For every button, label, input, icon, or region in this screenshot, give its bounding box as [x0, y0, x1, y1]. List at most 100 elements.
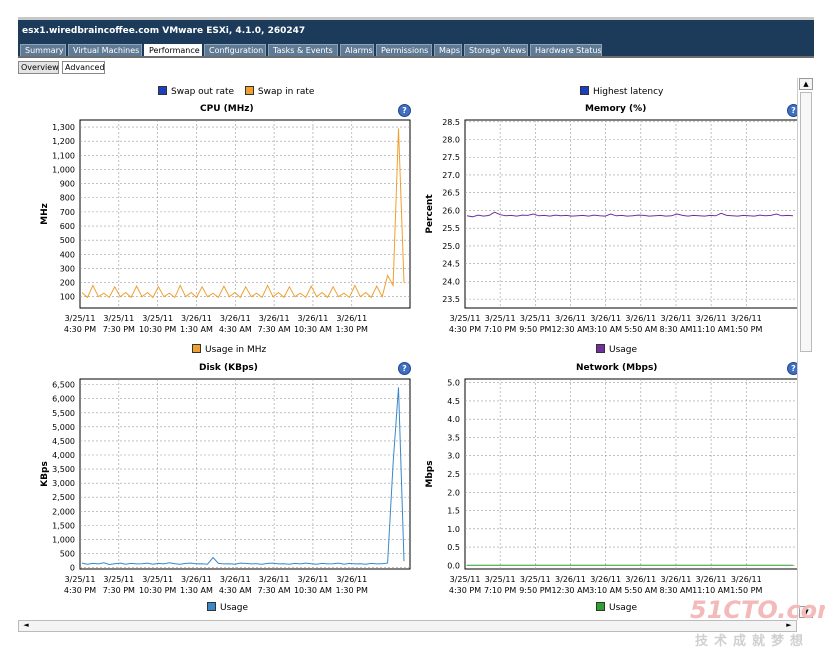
network-y-tick-label: 3.0 [447, 452, 460, 461]
cpu-x-tick-label: 10:30 AM [294, 325, 332, 334]
cpu-y-tick-label: 300 [60, 264, 75, 273]
disk-x-tick-label: 7:30 PM [103, 586, 135, 595]
network-x-tick-label: 8:30 AM [660, 586, 693, 595]
memory-x-tick-label: 11:10 AM [692, 325, 730, 334]
memory-x-tick-label: 9:50 PM [519, 325, 551, 334]
network-x-tick-label: 3/26/11 [661, 575, 692, 584]
memory-x-tick-label: 7:10 PM [484, 325, 516, 334]
cpu-y-tick-label: 200 [60, 279, 75, 288]
network-y-tick-label: 5.0 [447, 379, 460, 388]
network-x-tick-label: 3/26/11 [555, 575, 586, 584]
memory-y-tick-label: 23.5 [442, 295, 460, 304]
network-x-tick-label: 12:30 AM [551, 586, 589, 595]
disk-y-tick-label: 3,500 [52, 465, 75, 474]
disk-x-tick-label: 10:30 AM [294, 586, 332, 595]
memory-y-tick-label: 27.5 [442, 153, 460, 162]
watermark-tagline: 技术成就梦想 [695, 634, 810, 649]
memory-x-tick-label: 3/26/11 [590, 314, 621, 323]
cpu-y-tick-label: 400 [60, 250, 75, 259]
network-y-tick-label: 2.0 [447, 488, 460, 497]
disk-y-tick-label: 4,000 [52, 451, 75, 460]
memory-x-tick-label: 3/26/11 [731, 314, 762, 323]
network-x-tick-label: 3/25/11 [450, 575, 481, 584]
cpu-x-tick-label: 3/26/11 [220, 314, 251, 323]
network-x-tick-label: 9:50 PM [519, 586, 551, 595]
cpu-x-tick-label: 4:30 PM [64, 325, 96, 334]
cpu-y-tick-label: 700 [60, 208, 75, 217]
disk-y-tick-label: 2,000 [52, 507, 75, 516]
network-y-tick-label: 0.0 [447, 561, 460, 570]
disk-x-tick-label: 3/25/11 [103, 575, 134, 584]
network-x-tick-label: 3/26/11 [625, 575, 656, 584]
cpu-y-tick-label: 800 [60, 194, 75, 203]
network-x-tick-label: 3/26/11 [696, 575, 727, 584]
memory-y-tick-label: 26.5 [442, 189, 460, 198]
disk-y-tick-label: 5,000 [52, 423, 75, 432]
memory-plot-area [464, 119, 800, 309]
cpu-y-tick-label: 600 [60, 222, 75, 231]
disk-x-tick-label: 3/26/11 [259, 575, 290, 584]
memory-y-tick-label: 28.5 [442, 118, 460, 127]
disk-x-tick-label: 1:30 PM [336, 586, 368, 595]
disk-plot-area [79, 378, 411, 570]
scroll-left-icon[interactable]: ◄ [19, 620, 33, 632]
cpu-x-tick-label: 1:30 AM [180, 325, 213, 334]
disk-x-tick-label: 3/25/11 [142, 575, 173, 584]
cpu-y-tick-label: 1,300 [52, 123, 75, 132]
disk-y-tick-label: 1,000 [52, 535, 75, 544]
disk-y-axis-label: KBps [40, 461, 50, 487]
disk-x-tick-label: 4:30 AM [219, 586, 252, 595]
disk-x-tick-label: 10:30 PM [139, 586, 176, 595]
memory-y-tick-label: 25.5 [442, 224, 460, 233]
cpu-x-tick-label: 3/26/11 [259, 314, 290, 323]
cpu-y-tick-label: 500 [60, 236, 75, 245]
network-x-tick-label: 11:10 AM [692, 586, 730, 595]
disk-y-tick-label: 0 [70, 564, 75, 573]
memory-x-tick-label: 3:10 AM [589, 325, 622, 334]
memory-y-tick-label: 27.0 [442, 171, 460, 180]
cpu-y-axis-label: MHz [40, 203, 50, 225]
cpu-x-tick-label: 7:30 PM [103, 325, 135, 334]
scroll-up-icon[interactable]: ▲ [799, 78, 813, 90]
network-x-tick-label: 3:10 AM [589, 586, 622, 595]
cpu-y-tick-label: 900 [60, 180, 75, 189]
disk-y-tick-label: 3,000 [52, 479, 75, 488]
cpu-x-tick-label: 10:30 PM [139, 325, 176, 334]
network-y-tick-label: 4.5 [447, 397, 460, 406]
disk-x-tick-label: 3/26/11 [220, 575, 251, 584]
memory-x-tick-label: 3/25/11 [485, 314, 516, 323]
network-x-tick-label: 3/25/11 [520, 575, 551, 584]
disk-y-tick-label: 4,500 [52, 437, 75, 446]
disk-x-tick-label: 7:30 AM [258, 586, 291, 595]
disk-x-tick-label: 3/26/11 [298, 575, 329, 584]
scroll-thumb[interactable] [800, 92, 812, 352]
memory-x-tick-label: 3/26/11 [696, 314, 727, 323]
network-y-axis-label: Mbps [425, 460, 435, 487]
network-y-tick-label: 0.5 [447, 543, 460, 552]
cpu-x-tick-label: 3/25/11 [142, 314, 173, 323]
vertical-scrollbar[interactable]: ▲ ▼ [797, 78, 814, 620]
disk-y-tick-label: 1,500 [52, 521, 75, 530]
disk-y-tick-label: 5,500 [52, 409, 75, 418]
memory-x-tick-label: 3/25/11 [450, 314, 481, 323]
memory-x-tick-label: 12:30 AM [551, 325, 589, 334]
disk-x-tick-label: 1:30 AM [180, 586, 213, 595]
network-y-tick-label: 2.5 [447, 470, 460, 479]
memory-y-tick-label: 24.5 [442, 260, 460, 269]
cpu-x-tick-label: 3/26/11 [336, 314, 367, 323]
cpu-x-tick-label: 3/26/11 [181, 314, 212, 323]
memory-x-tick-label: 4:30 PM [449, 325, 481, 334]
disk-x-tick-label: 3/26/11 [336, 575, 367, 584]
horizontal-scrollbar[interactable]: ◄ ► [18, 620, 797, 632]
cpu-x-tick-label: 7:30 AM [258, 325, 291, 334]
memory-y-tick-label: 28.0 [442, 136, 460, 145]
memory-x-tick-label: 3/26/11 [555, 314, 586, 323]
disk-y-tick-label: 6,000 [52, 395, 75, 404]
memory-y-tick-label: 24.0 [442, 277, 460, 286]
cpu-x-tick-label: 3/26/11 [298, 314, 329, 323]
network-x-tick-label: 3/25/11 [485, 575, 516, 584]
cpu-x-tick-label: 3/25/11 [65, 314, 96, 323]
cpu-x-tick-label: 3/25/11 [103, 314, 134, 323]
memory-x-tick-label: 3/26/11 [625, 314, 656, 323]
watermark-logo: 51CTO.com [690, 596, 825, 624]
